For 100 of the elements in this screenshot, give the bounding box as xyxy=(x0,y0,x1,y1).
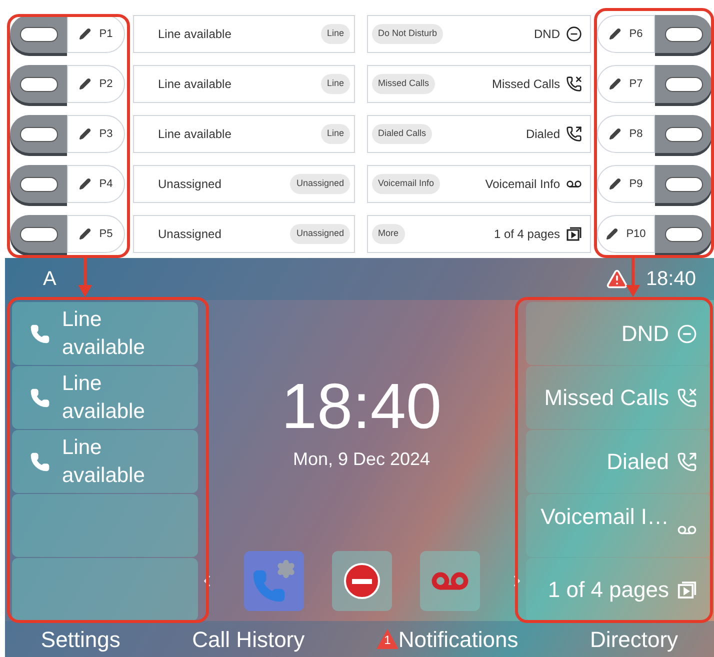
key-card[interactable]: Dialed Calls Dialed xyxy=(367,115,591,153)
date: Mon, 9 Dec 2024 xyxy=(292,448,430,471)
key-label: P5 xyxy=(99,226,113,242)
line-key[interactable]: Line available xyxy=(12,430,198,493)
edit-icon[interactable] xyxy=(79,228,92,240)
phone-icon xyxy=(30,388,50,408)
edit-icon[interactable] xyxy=(79,178,92,190)
key-label: P4 xyxy=(99,176,113,192)
pages-icon xyxy=(677,580,697,600)
key-description: Unassigned xyxy=(158,226,222,243)
edit-icon[interactable] xyxy=(79,78,92,90)
function-key-label: 1 of 4 pages xyxy=(548,576,669,604)
type-tag: Unassigned xyxy=(290,224,350,244)
call-settings-icon xyxy=(252,559,296,603)
type-tag: Dialed Calls xyxy=(372,124,432,144)
pointer-arrow xyxy=(77,257,93,297)
key-label: P3 xyxy=(99,126,113,142)
function-key[interactable]: Voicemail I… xyxy=(526,494,711,557)
function-key[interactable]: 1 of 4 pages xyxy=(526,558,711,621)
key-label: P9 xyxy=(629,176,643,192)
key-cap[interactable] xyxy=(10,165,67,203)
account-label: A xyxy=(43,267,56,292)
key-cap[interactable] xyxy=(10,115,67,153)
key-card[interactable]: Voicemail Info Voicemail Info xyxy=(367,165,591,203)
key-cap[interactable] xyxy=(655,165,712,203)
key-description: Line available xyxy=(158,76,232,93)
key-cap[interactable] xyxy=(10,15,67,53)
key-description: 1 of 4 pages xyxy=(492,226,560,243)
minus-circle-icon xyxy=(566,26,582,42)
key-cap[interactable] xyxy=(655,65,712,103)
key-cap[interactable] xyxy=(655,15,712,53)
shortcut-tile[interactable] xyxy=(332,551,392,611)
softkey[interactable]: Directory xyxy=(590,622,678,656)
edit-icon[interactable] xyxy=(79,128,92,140)
key-card[interactable]: Unassigned Unassigned xyxy=(133,215,355,253)
key-label: P1 xyxy=(99,26,113,42)
function-key-label: Dialed xyxy=(606,448,669,476)
function-key-label: Missed Calls xyxy=(544,384,669,412)
type-tag: Line xyxy=(320,74,350,94)
edit-icon[interactable] xyxy=(609,128,622,140)
key-cap[interactable] xyxy=(655,215,712,253)
key-label: P10 xyxy=(626,226,646,242)
key-label: P7 xyxy=(629,76,643,92)
shortcut-tile[interactable] xyxy=(244,551,304,611)
line-key-label: Line available xyxy=(62,306,146,360)
minus-circle-icon xyxy=(677,324,697,344)
no-entry-icon xyxy=(344,563,380,599)
edit-icon[interactable] xyxy=(606,228,618,240)
status-time: 18:40 xyxy=(646,267,696,292)
key-cap[interactable] xyxy=(10,215,67,253)
edit-icon[interactable] xyxy=(609,178,622,190)
type-tag: Line xyxy=(320,24,350,44)
line-key-label: Line available xyxy=(62,434,146,488)
function-key-label: Voicemail I… xyxy=(540,503,669,531)
key-card[interactable]: Line available Line xyxy=(133,15,355,53)
softkey[interactable]: Call History xyxy=(192,622,305,656)
type-tag: Do Not Disturb xyxy=(372,24,444,44)
key-description: Dialed xyxy=(524,126,560,143)
key-card[interactable]: More 1 of 4 pages xyxy=(367,215,591,253)
function-key[interactable]: Missed Calls xyxy=(526,366,711,429)
notification-badge: 1 xyxy=(376,629,398,649)
phone-icon xyxy=(30,452,50,472)
type-tag: Unassigned xyxy=(290,174,350,194)
clock: 18:40 xyxy=(281,372,442,440)
pages-icon xyxy=(566,226,582,242)
outgoing-call-icon xyxy=(566,126,582,142)
shortcut-tile[interactable] xyxy=(420,551,480,611)
edit-icon[interactable] xyxy=(79,28,92,40)
key-card[interactable]: Missed Calls Missed Calls xyxy=(367,65,591,103)
key-description: Voicemail Info xyxy=(484,176,560,193)
key-description: DND xyxy=(533,26,560,43)
edit-icon[interactable] xyxy=(609,78,622,90)
key-description: Line available xyxy=(158,26,232,43)
pointer-arrow xyxy=(625,257,641,297)
line-key[interactable]: Line available xyxy=(12,302,198,365)
key-card[interactable]: Line available Line xyxy=(133,65,355,103)
softkey[interactable]: 1 Notifications xyxy=(376,622,518,656)
key-description: Line available xyxy=(158,126,232,143)
key-card[interactable]: Do Not Disturb DND xyxy=(367,15,591,53)
edit-icon[interactable] xyxy=(609,28,622,40)
type-tag: Missed Calls xyxy=(372,74,436,94)
key-cap[interactable] xyxy=(10,65,67,103)
key-cap[interactable] xyxy=(655,115,712,153)
outgoing-call-icon xyxy=(677,452,697,472)
key-card[interactable]: Unassigned Unassigned xyxy=(133,165,355,203)
key-description: Unassigned xyxy=(158,176,222,193)
function-key[interactable]: DND xyxy=(526,302,711,365)
key-label: P2 xyxy=(99,76,113,92)
line-key-label: Line available xyxy=(62,370,146,424)
line-key[interactable]: Line available xyxy=(12,366,198,429)
key-label: P6 xyxy=(629,26,643,42)
key-label: P8 xyxy=(629,126,643,142)
type-tag: More xyxy=(372,224,405,244)
type-tag: Line xyxy=(320,124,350,144)
type-tag: Voicemail Info xyxy=(372,174,440,194)
function-key-label: DND xyxy=(621,320,669,348)
key-card[interactable]: Line available Line xyxy=(133,115,355,153)
missed-call-icon xyxy=(566,76,582,92)
key-description: Missed Calls xyxy=(490,76,560,93)
softkey[interactable]: Settings xyxy=(40,622,120,656)
